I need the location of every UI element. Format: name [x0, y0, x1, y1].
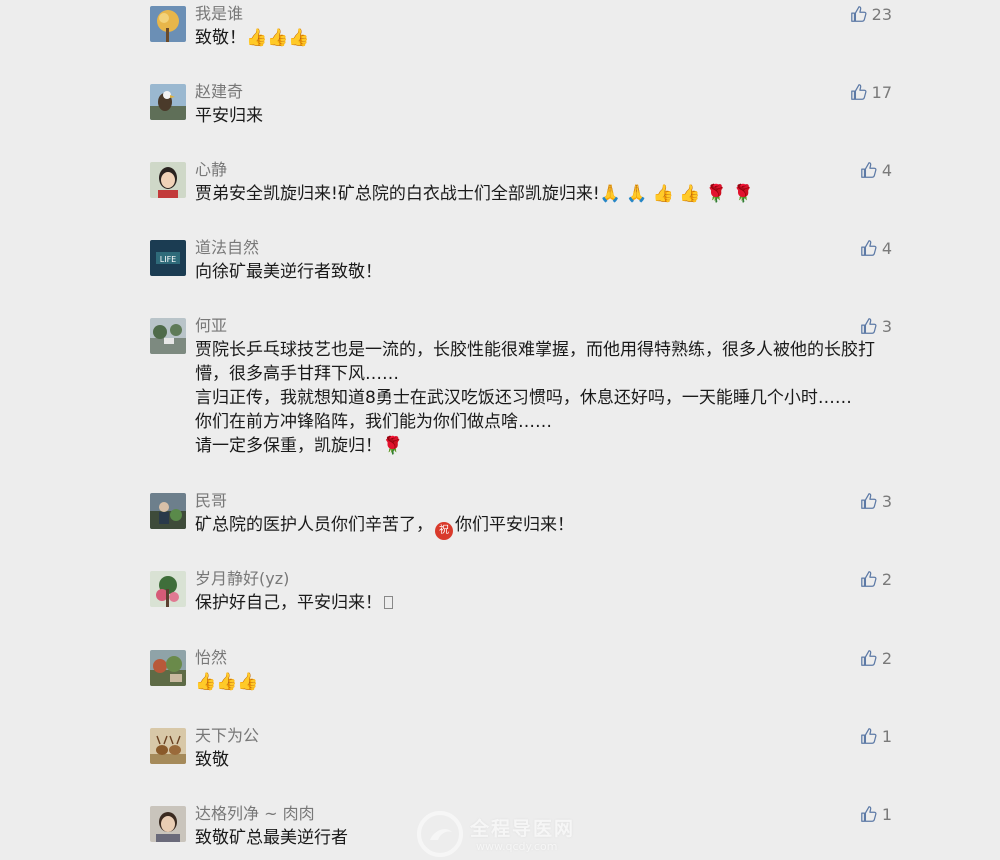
comment-line: 贾弟安全凯旋归来!矿总院的白衣战士们全部凯旋归来!🙏 🙏 👍 👍 🌹 🌹 — [195, 184, 754, 204]
avatar[interactable]: LIFE — [150, 240, 186, 276]
commenter-name[interactable]: 我是谁 — [195, 2, 243, 26]
comment-line: 向徐矿最美逆行者致敬！ — [195, 262, 382, 282]
thumbs-up-icon — [860, 318, 877, 334]
avatar[interactable] — [150, 806, 186, 842]
comment-item: 赵建奇 17 平安归来 — [150, 80, 900, 134]
comment-item: 我是谁 23 致敬！👍👍👍 — [150, 2, 900, 56]
comment-item: 心静 4 贾弟安全凯旋归来!矿总院的白衣战士们全部凯旋归来!🙏 🙏 👍 👍 🌹 … — [150, 158, 900, 212]
comment-line: 平安归来 — [195, 106, 263, 126]
comment-line: 你们在前方冲锋陷阵，我们能为你们做点啥…… — [195, 412, 552, 432]
like-count: 3 — [881, 316, 892, 336]
comment-feed: 我是谁 23 致敬！👍👍👍 赵建奇 17 平安归来 心静 4 贾弟安全凯旋归来!… — [0, 0, 1000, 860]
thumbs-up-icon — [860, 728, 877, 744]
comment-text: 致敬！👍👍👍 — [195, 26, 895, 50]
comment-text: 👍👍👍 — [195, 670, 895, 694]
commenter-name[interactable]: 达格列净 ~ 肉肉 — [195, 802, 315, 826]
like-button[interactable]: 1 — [860, 724, 892, 748]
avatar[interactable] — [150, 318, 186, 354]
comment-line: 矿总院的医护人员你们辛苦了，祝你们平安归来！ — [195, 513, 895, 540]
like-button[interactable]: 4 — [860, 158, 892, 182]
commenter-name[interactable]: 赵建奇 — [195, 80, 243, 104]
thumbs-up-icon — [850, 84, 867, 100]
like-count: 2 — [881, 569, 892, 589]
comment-text: 贾弟安全凯旋归来!矿总院的白衣战士们全部凯旋归来!🙏 🙏 👍 👍 🌹 🌹 — [195, 182, 895, 206]
blessing-badge: 祝 — [435, 522, 453, 540]
comment-line: 请一定多保重，凯旋归！🌹 — [195, 436, 404, 456]
avatar[interactable] — [150, 6, 186, 42]
svg-text:LIFE: LIFE — [160, 255, 176, 264]
commenter-name[interactable]: 民哥 — [195, 489, 227, 513]
comment-text-part: 矿总院的医护人员你们辛苦了， — [195, 515, 433, 535]
comment-item: 岁月静好(yz) 2 保护好自己，平安归来！ — [150, 567, 900, 621]
thumbs-up-icon — [860, 240, 877, 256]
thumbs-up-icon — [860, 571, 877, 587]
comment-item: 民哥 3 矿总院的医护人员你们辛苦了，祝你们平安归来！ — [150, 489, 900, 543]
commenter-name[interactable]: 岁月静好(yz) — [195, 567, 289, 591]
comment-line: 致敬 — [195, 750, 229, 770]
missing-glyph-icon — [384, 596, 393, 609]
avatar[interactable] — [150, 571, 186, 607]
comment-text: 贾院长乒乓球技艺也是一流的，长胶性能很难掌握，而他用得特熟练，很多人被他的长胶打… — [195, 338, 895, 458]
commenter-name[interactable]: 道法自然 — [195, 236, 259, 260]
like-button[interactable]: 2 — [860, 567, 892, 591]
like-count: 1 — [881, 804, 892, 824]
commenter-name[interactable]: 怡然 — [195, 646, 227, 670]
comment-text: 致敬 — [195, 748, 895, 772]
watermark-url: www.qcdy.com — [476, 840, 558, 853]
avatar[interactable] — [150, 650, 186, 686]
comment-line: 👍👍👍 — [195, 672, 259, 692]
like-button[interactable]: 17 — [850, 80, 892, 104]
comment-item: LIFE 道法自然 4 向徐矿最美逆行者致敬！ — [150, 236, 900, 290]
comment-item: 天下为公 1 致敬 — [150, 724, 900, 778]
site-watermark: 全程导医网 www.qcdy.com — [416, 808, 616, 860]
commenter-name[interactable]: 天下为公 — [195, 724, 259, 748]
watermark-logo-icon — [417, 811, 463, 857]
comment-text-part: 保护好自己，平安归来！ — [195, 593, 382, 613]
like-button[interactable]: 1 — [860, 802, 892, 826]
comment-text-part: 你们平安归来！ — [455, 515, 574, 535]
thumbs-up-icon — [860, 650, 877, 666]
comment-text: 平安归来 — [195, 104, 895, 128]
like-button[interactable]: 2 — [860, 646, 892, 670]
like-button[interactable]: 4 — [860, 236, 892, 260]
comment-text: 向徐矿最美逆行者致敬！ — [195, 260, 895, 284]
comment-text: 矿总院的医护人员你们辛苦了，祝你们平安归来！ — [195, 513, 895, 540]
watermark-title: 全程导医网 — [470, 818, 576, 840]
comment-line: 致敬！👍👍👍 — [195, 28, 310, 48]
thumbs-up-icon — [860, 162, 877, 178]
thumbs-up-icon — [850, 6, 867, 22]
like-count: 2 — [881, 648, 892, 668]
thumbs-up-icon — [860, 806, 877, 822]
like-button[interactable]: 3 — [860, 314, 892, 338]
comment-line: 贾院长乒乓球技艺也是一流的，长胶性能很难掌握，而他用得特熟练，很多人被他的长胶打… — [195, 340, 875, 384]
thumbs-up-icon — [860, 493, 877, 509]
like-count: 4 — [881, 160, 892, 180]
avatar[interactable] — [150, 84, 186, 120]
commenter-name[interactable]: 心静 — [195, 158, 227, 182]
comment-item: 怡然 2 👍👍👍 — [150, 646, 900, 700]
like-count: 4 — [881, 238, 892, 258]
comment-line: 保护好自己，平安归来！ — [195, 591, 895, 615]
commenter-name[interactable]: 何亚 — [195, 314, 227, 338]
like-count: 1 — [881, 726, 892, 746]
like-button[interactable]: 23 — [850, 2, 892, 26]
avatar[interactable] — [150, 728, 186, 764]
comment-item: 何亚 3 贾院长乒乓球技艺也是一流的，长胶性能很难掌握，而他用得特熟练，很多人被… — [150, 314, 900, 464]
like-count: 17 — [871, 82, 892, 102]
comment-text: 保护好自己，平安归来！ — [195, 591, 895, 615]
like-count: 23 — [871, 4, 892, 24]
like-count: 3 — [881, 491, 892, 511]
like-button[interactable]: 3 — [860, 489, 892, 513]
avatar[interactable] — [150, 493, 186, 529]
avatar[interactable] — [150, 162, 186, 198]
comment-line: 言归正传，我就想知道8勇士在武汉吃饭还习惯吗，休息还好吗，一天能睡几个小时…… — [195, 388, 852, 408]
